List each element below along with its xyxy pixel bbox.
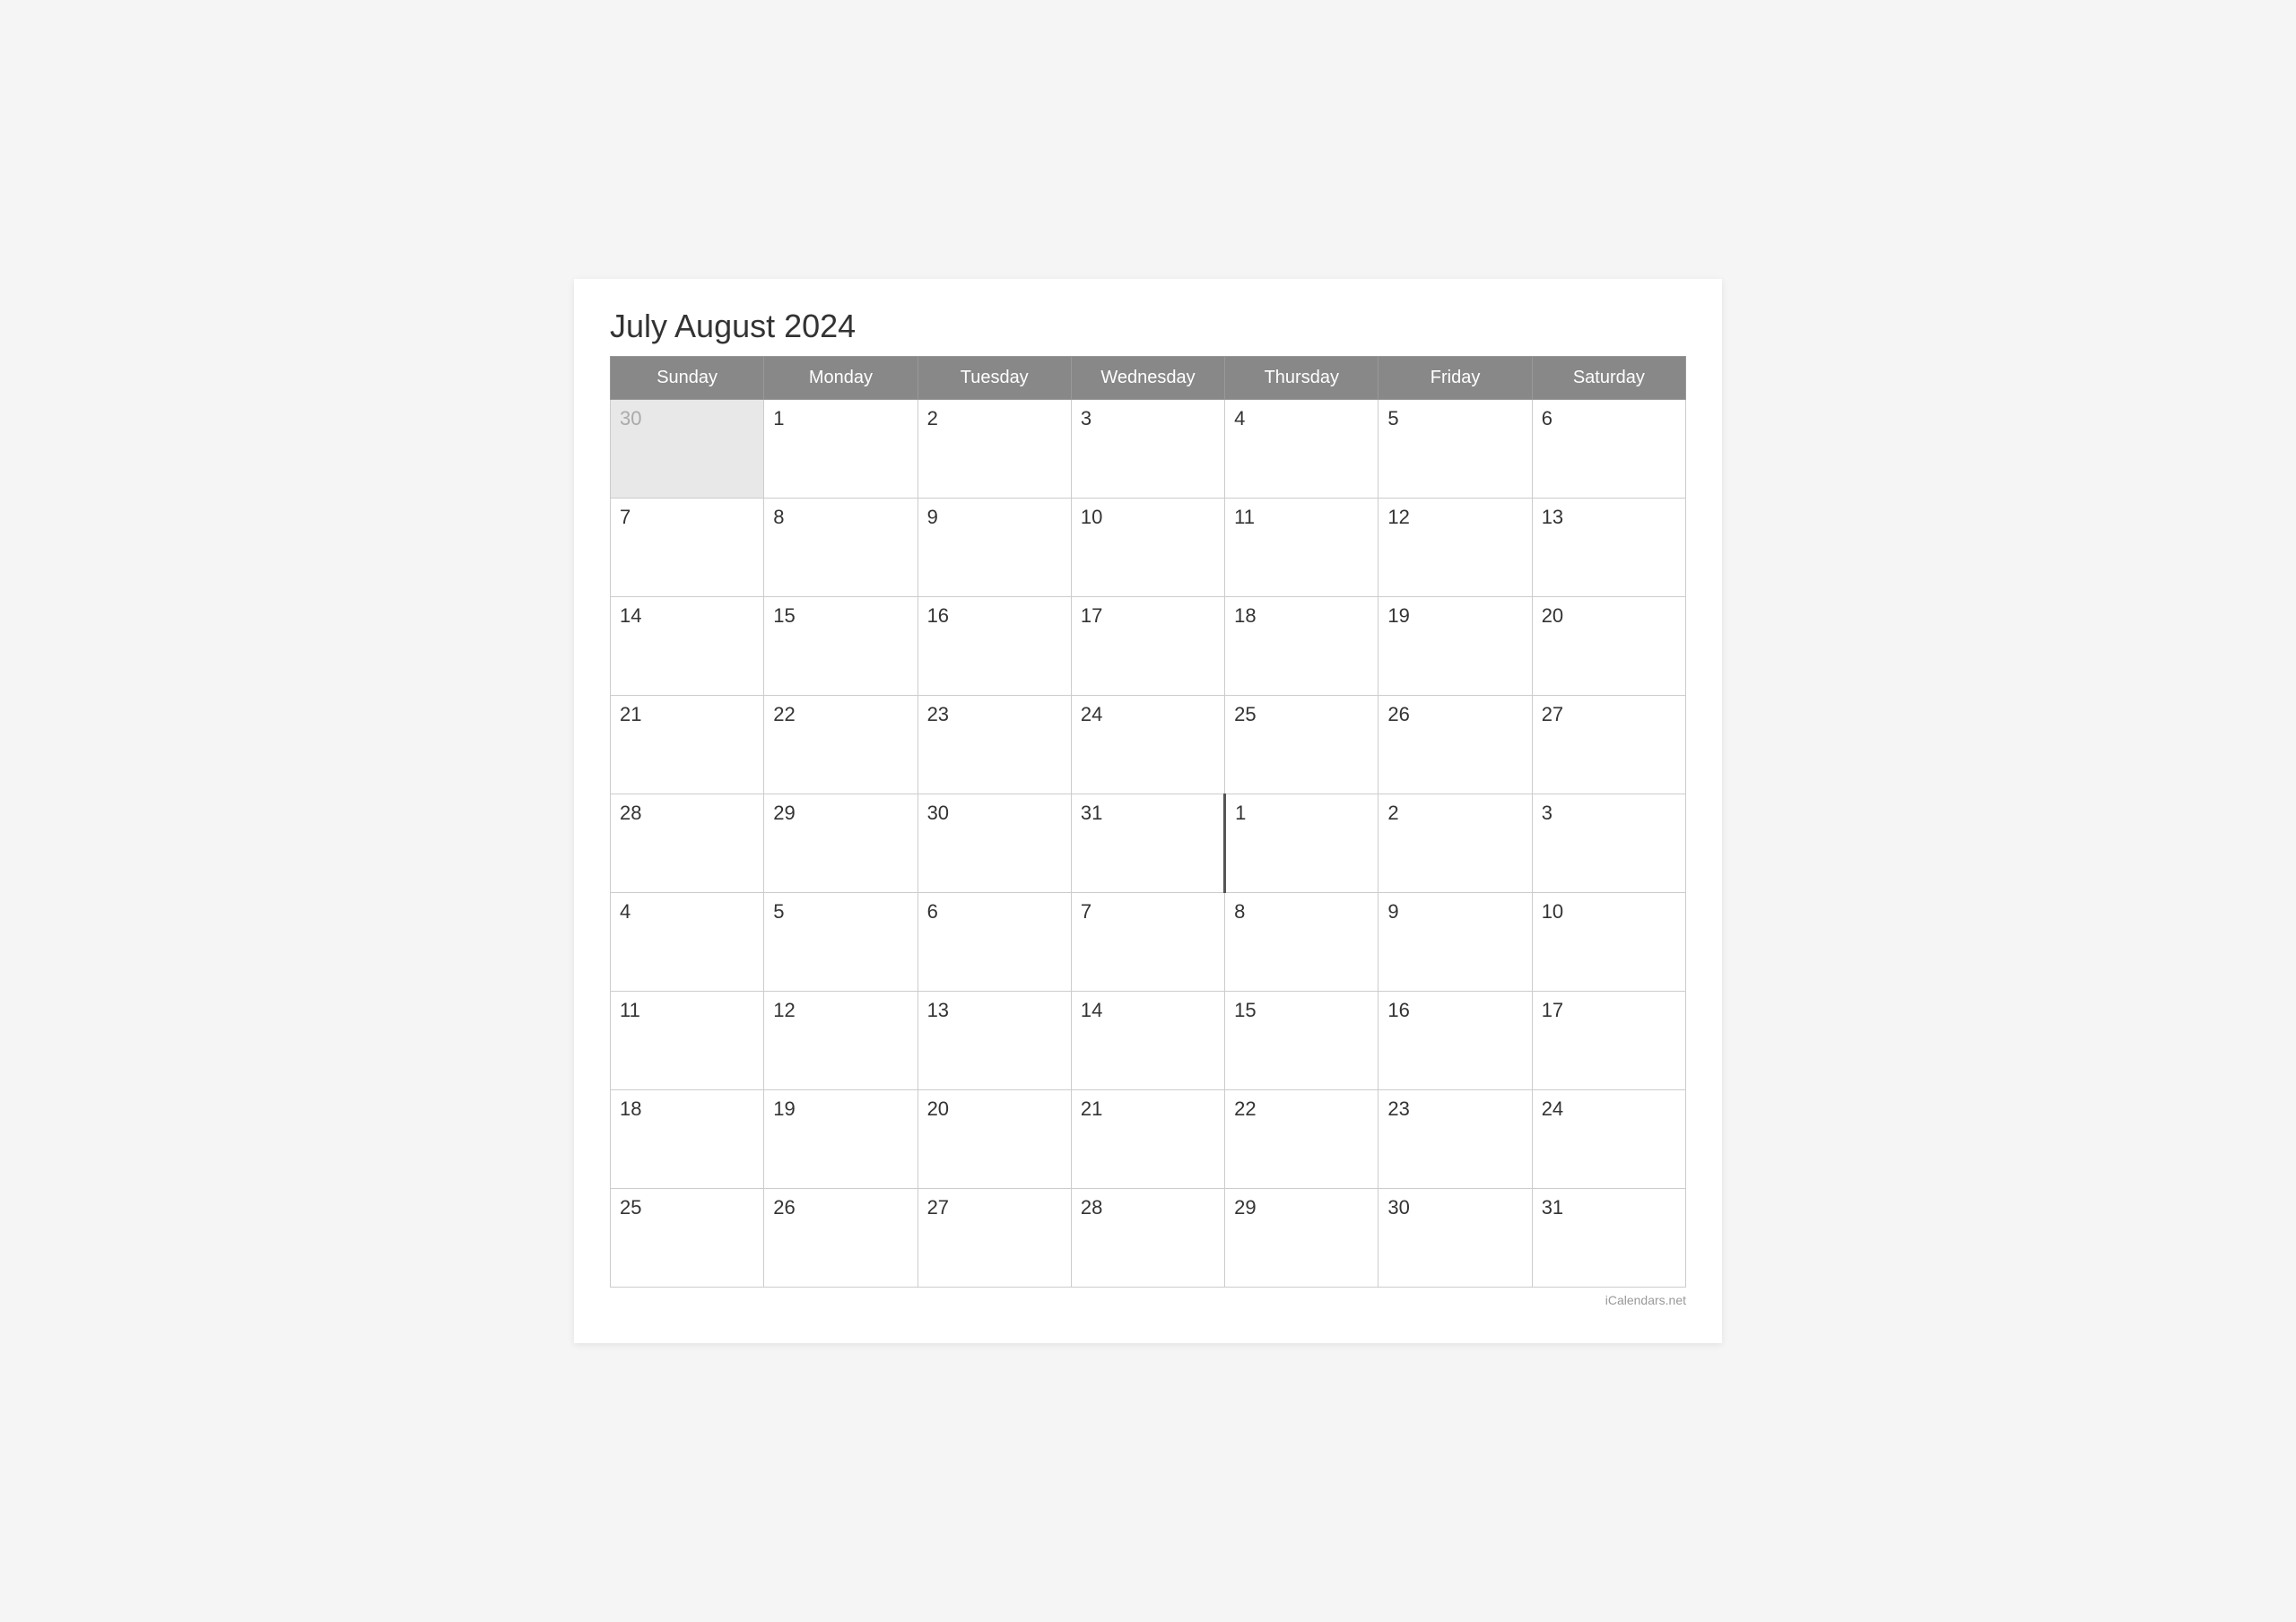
- calendar-cell[interactable]: 22: [764, 696, 918, 794]
- calendar-cell[interactable]: 27: [1532, 696, 1685, 794]
- calendar-cell[interactable]: 9: [1378, 893, 1532, 992]
- calendar-cell[interactable]: 16: [918, 597, 1071, 696]
- calendar-cell[interactable]: 31: [1071, 794, 1224, 893]
- header-cell-tuesday: Tuesday: [918, 357, 1071, 400]
- calendar-cell[interactable]: 25: [1225, 696, 1378, 794]
- calendar-cell[interactable]: 30: [611, 400, 764, 499]
- calendar-row: 30123456: [611, 400, 1686, 499]
- header-cell-monday: Monday: [764, 357, 918, 400]
- calendar-cell[interactable]: 7: [1071, 893, 1224, 992]
- calendar-cell[interactable]: 31: [1532, 1189, 1685, 1288]
- calendar-cell[interactable]: 13: [1532, 499, 1685, 597]
- calendar-cell[interactable]: 24: [1071, 696, 1224, 794]
- calendar-cell[interactable]: 25: [611, 1189, 764, 1288]
- calendar-cell[interactable]: 19: [1378, 597, 1532, 696]
- calendar-cell[interactable]: 9: [918, 499, 1071, 597]
- calendar-cell[interactable]: 16: [1378, 992, 1532, 1090]
- calendar-cell[interactable]: 2: [1378, 794, 1532, 893]
- calendar-cell[interactable]: 15: [764, 597, 918, 696]
- calendar-row: 21222324252627: [611, 696, 1686, 794]
- header-cell-thursday: Thursday: [1225, 357, 1378, 400]
- calendar-row: 18192021222324: [611, 1090, 1686, 1189]
- calendar-container: July August 2024 SundayMondayTuesdayWedn…: [574, 279, 1722, 1343]
- calendar-title: July August 2024: [610, 308, 1686, 345]
- header-cell-sunday: Sunday: [611, 357, 764, 400]
- calendar-cell[interactable]: 2: [918, 400, 1071, 499]
- calendar-cell[interactable]: 11: [611, 992, 764, 1090]
- header-cell-friday: Friday: [1378, 357, 1532, 400]
- calendar-cell[interactable]: 19: [764, 1090, 918, 1189]
- calendar-cell[interactable]: 1: [764, 400, 918, 499]
- calendar-row: 45678910: [611, 893, 1686, 992]
- calendar-cell[interactable]: 3: [1071, 400, 1224, 499]
- header-cell-saturday: Saturday: [1532, 357, 1685, 400]
- calendar-cell[interactable]: 23: [1378, 1090, 1532, 1189]
- watermark: iCalendars.net: [610, 1293, 1686, 1307]
- calendar-cell[interactable]: 4: [1225, 400, 1378, 499]
- calendar-cell[interactable]: 4: [611, 893, 764, 992]
- header-row: SundayMondayTuesdayWednesdayThursdayFrid…: [611, 357, 1686, 400]
- calendar-cell[interactable]: 5: [1378, 400, 1532, 499]
- calendar-cell[interactable]: 18: [611, 1090, 764, 1189]
- calendar-cell[interactable]: 14: [1071, 992, 1224, 1090]
- calendar-cell[interactable]: 26: [1378, 696, 1532, 794]
- calendar-row: 78910111213: [611, 499, 1686, 597]
- calendar-cell[interactable]: 20: [918, 1090, 1071, 1189]
- calendar-body: 3012345678910111213141516171819202122232…: [611, 400, 1686, 1288]
- calendar-cell[interactable]: 12: [1378, 499, 1532, 597]
- calendar-cell[interactable]: 1: [1225, 794, 1378, 893]
- calendar-cell[interactable]: 6: [918, 893, 1071, 992]
- calendar-cell[interactable]: 7: [611, 499, 764, 597]
- calendar-cell[interactable]: 21: [611, 696, 764, 794]
- calendar-cell[interactable]: 17: [1071, 597, 1224, 696]
- calendar-cell[interactable]: 26: [764, 1189, 918, 1288]
- calendar-cell[interactable]: 30: [1378, 1189, 1532, 1288]
- calendar-cell[interactable]: 14: [611, 597, 764, 696]
- calendar-cell[interactable]: 22: [1225, 1090, 1378, 1189]
- calendar-cell[interactable]: 27: [918, 1189, 1071, 1288]
- calendar-cell[interactable]: 10: [1532, 893, 1685, 992]
- calendar-cell[interactable]: 30: [918, 794, 1071, 893]
- calendar-row: 11121314151617: [611, 992, 1686, 1090]
- calendar-cell[interactable]: 28: [611, 794, 764, 893]
- calendar-cell[interactable]: 15: [1225, 992, 1378, 1090]
- calendar-cell[interactable]: 3: [1532, 794, 1685, 893]
- calendar-cell[interactable]: 24: [1532, 1090, 1685, 1189]
- calendar-cell[interactable]: 10: [1071, 499, 1224, 597]
- calendar-cell[interactable]: 5: [764, 893, 918, 992]
- calendar-cell[interactable]: 8: [1225, 893, 1378, 992]
- calendar-cell[interactable]: 28: [1071, 1189, 1224, 1288]
- calendar-row: 25262728293031: [611, 1189, 1686, 1288]
- calendar-cell[interactable]: 11: [1225, 499, 1378, 597]
- calendar-cell[interactable]: 20: [1532, 597, 1685, 696]
- calendar-cell[interactable]: 13: [918, 992, 1071, 1090]
- calendar-cell[interactable]: 18: [1225, 597, 1378, 696]
- calendar-row: 14151617181920: [611, 597, 1686, 696]
- header-cell-wednesday: Wednesday: [1071, 357, 1224, 400]
- calendar-row: 28293031123: [611, 794, 1686, 893]
- calendar-cell[interactable]: 29: [764, 794, 918, 893]
- calendar-cell[interactable]: 21: [1071, 1090, 1224, 1189]
- calendar-cell[interactable]: 29: [1225, 1189, 1378, 1288]
- calendar-cell[interactable]: 23: [918, 696, 1071, 794]
- calendar-cell[interactable]: 8: [764, 499, 918, 597]
- calendar-cell[interactable]: 17: [1532, 992, 1685, 1090]
- calendar-cell[interactable]: 12: [764, 992, 918, 1090]
- calendar-table: SundayMondayTuesdayWednesdayThursdayFrid…: [610, 356, 1686, 1288]
- calendar-cell[interactable]: 6: [1532, 400, 1685, 499]
- calendar-header: SundayMondayTuesdayWednesdayThursdayFrid…: [611, 357, 1686, 400]
